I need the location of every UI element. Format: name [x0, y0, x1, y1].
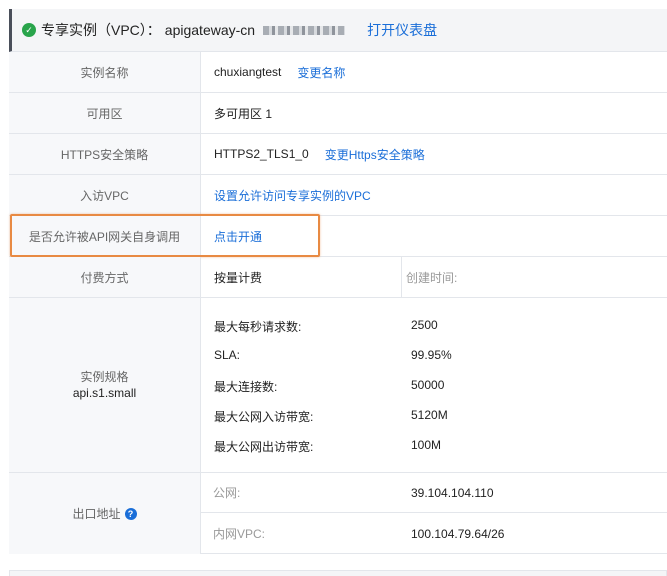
vpc-label: 内网VPC:: [213, 527, 266, 541]
row-billing: 付费方式 按量计费 创建时间:: [9, 257, 667, 298]
egress-vpc-row: 内网VPC: 100.104.79.64/26: [201, 513, 667, 554]
row-value: HTTPS2_TLS1_0 变更Https安全策略: [214, 134, 425, 174]
row-label: 入访VPC: [9, 175, 201, 215]
row-label: 付费方式: [9, 257, 201, 297]
spec-item-value: 50000: [411, 378, 445, 392]
spec-item-name: SLA:: [214, 348, 241, 362]
spec-item-value: 100M: [411, 438, 442, 452]
row-value: 多可用区 1: [214, 93, 272, 133]
egress-label: 出口地址: [72, 507, 121, 521]
open-dashboard-link[interactable]: 打开仪表盘: [367, 20, 437, 40]
row-zone: 可用区 多可用区 1: [9, 93, 667, 134]
row-label: 可用区: [9, 93, 201, 133]
header-title: 专享实例（VPC）：: [41, 22, 161, 38]
spec-item-value: 99.95%: [411, 348, 452, 362]
spec-item-name: 最大公网出访带宽:: [214, 440, 314, 454]
spec-item-value: 5120M: [411, 408, 448, 422]
row-instance-name: 实例名称 chuxiangtest 变更名称: [9, 52, 667, 93]
help-icon[interactable]: ?: [124, 507, 137, 520]
created-time-label: 创建时间:: [406, 270, 458, 285]
public-label: 公网:: [213, 486, 241, 500]
next-panel-edge: [9, 570, 667, 576]
spec-item-name: 最大连接数:: [214, 380, 278, 394]
instance-name-value: chuxiangtest: [214, 65, 282, 79]
change-https-policy-link[interactable]: 变更Https安全策略: [325, 146, 425, 163]
spec-item-value: 2500: [411, 318, 438, 332]
row-egress: 出口地址 ? 公网: 39.104.104.110 内网VPC: 100.104…: [9, 473, 667, 554]
row-value: 按量计费: [214, 257, 262, 297]
https-policy-value: HTTPS2_TLS1_0: [214, 147, 309, 161]
spec-item-name: 最大每秒请求数:: [214, 320, 302, 334]
masked-instance-id: [263, 25, 346, 35]
row-label: HTTPS安全策略: [9, 134, 201, 174]
row-value: chuxiangtest 变更名称: [214, 52, 345, 92]
highlight-box: [10, 214, 320, 257]
rename-link[interactable]: 变更名称: [297, 64, 345, 81]
check-circle-icon: ✓: [22, 23, 36, 37]
egress-label-cell: 出口地址 ?: [9, 473, 201, 554]
row-https-policy: HTTPS安全策略 HTTPS2_TLS1_0 变更Https安全策略: [9, 134, 667, 175]
set-ingress-vpc-link[interactable]: 设置允许访问专享实例的VPC: [214, 187, 371, 204]
row-ingress-vpc: 入访VPC 设置允许访问专享实例的VPC: [9, 175, 667, 216]
cell-divider: [401, 257, 402, 297]
spec-label: 实例规格: [80, 370, 129, 384]
spec-type: api.s1.small: [72, 386, 137, 400]
vpc-value: 100.104.79.64/26: [411, 526, 505, 541]
row-spec: 实例规格 api.s1.small 最大每秒请求数: 2500 SLA: 99.…: [9, 298, 667, 473]
spec-label-cell: 实例规格 api.s1.small: [9, 298, 201, 472]
row-value: 设置允许访问专享实例的VPC: [214, 175, 371, 215]
egress-public-row: 公网: 39.104.104.110: [201, 473, 667, 513]
public-value: 39.104.104.110: [411, 485, 494, 500]
row-label: 实例名称: [9, 52, 201, 92]
header-instance-name: apigateway-cn: [164, 22, 256, 38]
spec-item-name: 最大公网入访带宽:: [214, 410, 314, 424]
zone-value: 多可用区 1: [214, 106, 273, 121]
billing-value: 按量计费: [214, 270, 263, 285]
instance-header: ✓ 专享实例（VPC）： apigateway-cn 打开仪表盘: [9, 9, 667, 52]
